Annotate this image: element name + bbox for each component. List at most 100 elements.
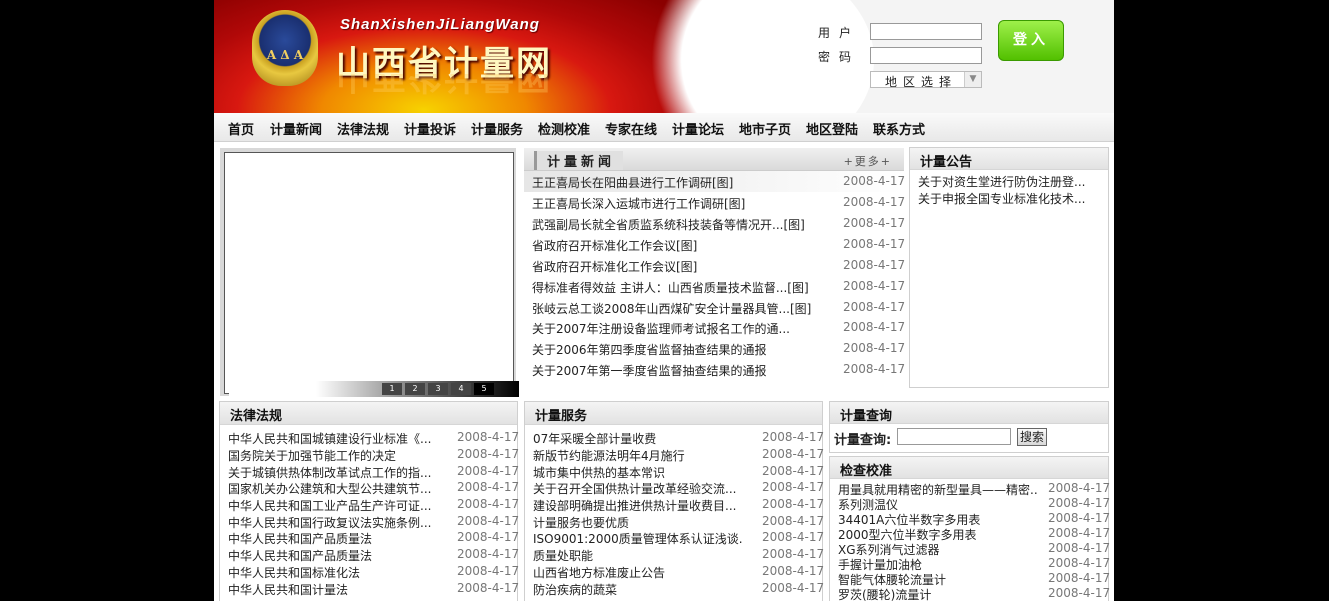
news-item[interactable]: 关于2006年第四季度省监督抽查结果的通报 2008-4-17 (524, 338, 905, 359)
check-item[interactable]: XG系列消气过滤器 2008-4-17 (830, 541, 1110, 557)
service-item[interactable]: ISO9001:2000质量管理体系认证浅谈... 2008-4-17 (525, 530, 824, 547)
check-item[interactable]: 手握计量加油枪 2008-4-17 (830, 556, 1110, 572)
service-item-title[interactable]: 关于召开全国供热计量改革经验交流... (533, 480, 743, 497)
service-item[interactable]: 新版节约能源法明年4月施行 2008-4-17 (525, 447, 825, 464)
service-item[interactable]: 建设部明确提出推进供热计量收费目... 2008-4-17 (525, 497, 824, 514)
law-item-title[interactable]: 国家机关办公建筑和大型公共建筑节... (228, 480, 438, 497)
news-item[interactable]: 省政府召开标准化工作会议[图] 2008-4-17 (524, 255, 905, 276)
service-item-title[interactable]: 防治疾病的蔬菜 (533, 581, 743, 598)
search-button[interactable]: 搜索 (1017, 428, 1047, 446)
service-item-title[interactable]: ISO9001:2000质量管理体系认证浅谈... (533, 530, 743, 547)
law-item-title[interactable]: 中华人民共和国城镇建设行业标准《... (228, 430, 438, 447)
nav-item-news[interactable]: 计量新闻 (270, 119, 322, 138)
service-item[interactable]: 防治疾病的蔬菜 2008-4-17 (525, 581, 824, 598)
news-item[interactable]: 王正喜局长在阳曲县进行工作调研[图] 2008-4-17 (524, 171, 905, 192)
check-item[interactable]: 用量具就用精密的新型量具——精密... 2008-4-17 (830, 481, 1110, 497)
check-item[interactable]: 罗茨(腰轮)流量计 2008-4-17 (830, 586, 1110, 601)
password-input[interactable] (870, 47, 982, 64)
slideshow-image[interactable]: 1 2 3 4 5 (224, 152, 519, 397)
service-item[interactable]: 关于召开全国供热计量改革经验交流... 2008-4-17 (525, 480, 824, 497)
notice-item[interactable]: 关于申报全国专业标准化技术... (910, 190, 1108, 207)
query-input[interactable] (897, 428, 1011, 445)
nav-item-experts[interactable]: 专家在线 (605, 119, 657, 138)
check-item[interactable]: 2000型六位半数字多用表 2008-4-17 (830, 526, 1110, 542)
law-item-title[interactable]: 中华人民共和国产品质量法 (228, 547, 438, 564)
news-item-title[interactable]: 王正喜局长在阳曲县进行工作调研[图] (532, 174, 822, 191)
service-item[interactable]: 07年采暖全部计量收费 2008-4-17 (525, 430, 824, 447)
notice-item-title[interactable]: 关于申报全国专业标准化技术... (918, 190, 1098, 207)
news-item-title[interactable]: 省政府召开标准化工作会议[图] (532, 237, 822, 254)
law-item-title[interactable]: 中华人民共和国标准化法 (228, 564, 438, 581)
news-item[interactable]: 关于2007年注册设备监理师考试报名工作的通... 2008-4-17 (524, 317, 905, 338)
news-item[interactable]: 王正喜局长深入运城市进行工作调研[图] 2008-4-17 (524, 192, 905, 213)
news-item[interactable]: 省政府召开标准化工作会议[图] 2008-4-17 (524, 234, 905, 255)
law-item-title[interactable]: 关于城镇供热体制改革试点工作的指... (228, 464, 438, 481)
service-item[interactable]: 计量服务也要优质 2008-4-17 (525, 514, 824, 531)
slideshow-page-3[interactable]: 3 (428, 383, 448, 395)
service-item[interactable]: 城市集中供热的基本常识 2008-4-17 (525, 464, 824, 481)
law-item-title[interactable]: 中华人民共和国行政复议法实施条例... (228, 514, 438, 531)
login-button[interactable]: 登入 (998, 20, 1064, 61)
news-item-title[interactable]: 武强副局长就全省质监系统科技装备等情况开...[图] (532, 216, 822, 233)
news-item[interactable]: 得标准者得效益 主讲人：山西省质量技术监督...[图] 2008-4-17 (524, 276, 905, 297)
service-item-title[interactable]: 07年采暖全部计量收费 (533, 430, 743, 447)
service-item-title[interactable]: 新版节约能源法明年4月施行 (533, 447, 743, 464)
chevron-down-icon[interactable]: ▼ (964, 72, 981, 87)
nav-item-complaint[interactable]: 计量投诉 (404, 119, 456, 138)
law-item[interactable]: 国务院关于加强节能工作的决定 2008-4-17 (220, 447, 519, 464)
service-item-date: 2008-4-17 (762, 447, 825, 461)
nav-item-city-pages[interactable]: 地市子页 (739, 119, 791, 138)
news-item-title[interactable]: 关于2006年第四季度省监督抽查结果的通报 (532, 341, 822, 358)
news-item-title[interactable]: 省政府召开标准化工作会议[图] (532, 258, 822, 275)
nav-item-region-login[interactable]: 地区登陆 (806, 119, 858, 138)
nav-item-contact[interactable]: 联系方式 (873, 119, 925, 138)
law-item[interactable]: 中华人民共和国行政复议法实施条例... 2008-4-17 (220, 514, 519, 531)
user-input[interactable] (870, 23, 982, 40)
nav-item-forum[interactable]: 计量论坛 (672, 119, 724, 138)
law-item[interactable]: 关于城镇供热体制改革试点工作的指... 2008-4-17 (220, 464, 519, 481)
slideshow-page-1[interactable]: 1 (382, 383, 402, 395)
service-item-title[interactable]: 建设部明确提出推进供热计量收费目... (533, 497, 743, 514)
check-item[interactable]: 34401A六位半数字多用表 2008-4-17 (830, 511, 1110, 527)
law-item-title[interactable]: 中华人民共和国工业产品生产许可证... (228, 497, 438, 514)
news-item-title[interactable]: 关于2007年注册设备监理师考试报名工作的通... (532, 320, 822, 337)
law-item[interactable]: 中华人民共和国产品质量法 2008-4-17 (220, 547, 519, 564)
law-item-title[interactable]: 国务院关于加强节能工作的决定 (228, 447, 438, 464)
law-item[interactable]: 国家机关办公建筑和大型公共建筑节... 2008-4-17 (220, 480, 519, 497)
service-item-title[interactable]: 质量处职能 (533, 547, 743, 564)
slideshow-page-4[interactable]: 4 (451, 383, 471, 395)
nav-item-calibration[interactable]: 检测校准 (538, 119, 590, 138)
slideshow-page-2[interactable]: 2 (405, 383, 425, 395)
check-item[interactable]: 系列测温仪 2008-4-17 (830, 496, 1110, 512)
law-item[interactable]: 中华人民共和国城镇建设行业标准《... 2008-4-17 (220, 430, 519, 447)
slideshow-page-5[interactable]: 5 (474, 383, 494, 395)
check-item[interactable]: 智能气体腰轮流量计 2008-4-17 (830, 571, 1110, 587)
region-select[interactable]: 地区选择 ▼ (870, 71, 982, 89)
notice-item-title[interactable]: 关于对资生堂进行防伪注册登... (918, 173, 1098, 190)
law-item[interactable]: 中华人民共和国标准化法 2008-4-17 (220, 564, 519, 581)
news-more-link[interactable]: +更多+ (844, 153, 892, 169)
nav-item-home[interactable]: 首页 (228, 119, 254, 138)
service-item-title[interactable]: 城市集中供热的基本常识 (533, 464, 743, 481)
service-item[interactable]: 山西省地方标准废止公告 2008-4-17 (525, 564, 824, 581)
notice-item[interactable]: 关于对资生堂进行防伪注册登... (910, 173, 1108, 190)
law-item[interactable]: 中华人民共和国产品质量法 2008-4-17 (220, 530, 519, 547)
law-item-title[interactable]: 中华人民共和国计量法 (228, 581, 438, 598)
news-item-title[interactable]: 关于2007年第一季度省监督抽查结果的通报 (532, 362, 822, 379)
service-item-title[interactable]: 计量服务也要优质 (533, 514, 743, 531)
nav-item-law[interactable]: 法律法规 (337, 119, 389, 138)
nav-item-service[interactable]: 计量服务 (471, 119, 523, 138)
news-item-title[interactable]: 王正喜局长深入运城市进行工作调研[图] (532, 195, 822, 212)
news-item[interactable]: 关于2007年第一季度省监督抽查结果的通报 2008-4-17 (524, 359, 905, 380)
news-item-title[interactable]: 张岐云总工谈2008年山西煤矿安全计量器具管...[图] (532, 300, 822, 317)
service-item[interactable]: 质量处职能 2008-4-17 (525, 547, 824, 564)
news-item[interactable]: 张岐云总工谈2008年山西煤矿安全计量器具管...[图] 2008-4-17 (524, 297, 905, 318)
notice-panel: 计量公告 关于对资生堂进行防伪注册登... 关于申报全国专业标准化技术... (909, 147, 1109, 388)
law-item[interactable]: 中华人民共和国计量法 2008-4-17 (220, 581, 519, 598)
law-item-title[interactable]: 中华人民共和国产品质量法 (228, 530, 438, 547)
service-item-title[interactable]: 山西省地方标准废止公告 (533, 564, 743, 581)
news-item[interactable]: 武强副局长就全省质监系统科技装备等情况开...[图] 2008-4-17 (524, 213, 905, 234)
news-item-title[interactable]: 得标准者得效益 主讲人：山西省质量技术监督...[图] (532, 279, 822, 296)
law-item[interactable]: 中华人民共和国工业产品生产许可证... 2008-4-17 (220, 497, 519, 514)
check-item-title[interactable]: 罗茨(腰轮)流量计 (838, 586, 1038, 601)
